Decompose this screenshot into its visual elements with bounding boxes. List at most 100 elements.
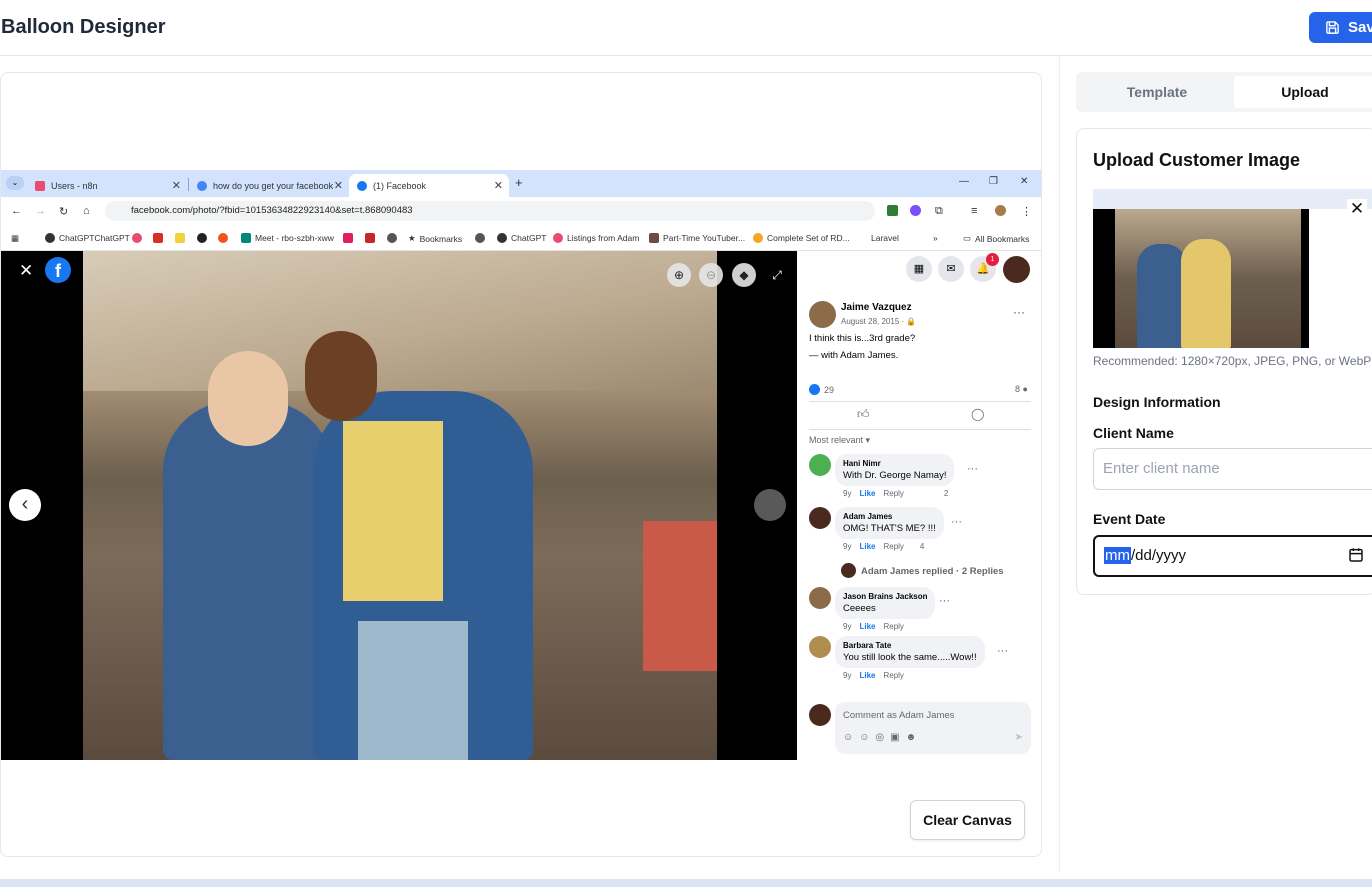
menu-icon[interactable]: ⋮ [1021,205,1032,218]
date-month-segment[interactable]: mm [1104,547,1131,564]
bookmark-item[interactable]: ★ Bookmarks [408,233,462,244]
author-avatar[interactable] [809,301,836,328]
comment-options-icon[interactable]: ··· [997,645,1008,657]
extension-icon[interactable] [910,205,921,216]
address-bar[interactable]: facebook.com/photo/?fbid=101536348229231… [105,201,875,221]
bookmark-item[interactable] [153,233,167,243]
close-icon[interactable]: ✕ [494,179,503,192]
like-link[interactable]: Like [859,622,875,631]
minimize-icon[interactable]: — [959,176,969,187]
tab-search-button[interactable]: ⌄ [6,176,24,190]
messenger-icon[interactable]: ✉ [938,256,964,282]
view-replies-link[interactable]: Adam James replied · 2 Replies [861,566,1004,577]
commenter-avatar[interactable] [809,587,831,609]
reply-link[interactable]: Reply [883,542,903,551]
zoom-in-icon[interactable]: ⊕ [667,263,691,287]
home-icon[interactable]: ⌂ [83,205,90,217]
window-close-icon[interactable]: ✕ [1020,176,1028,187]
clear-canvas-button[interactable]: Clear Canvas [910,800,1025,840]
profile-avatar[interactable] [995,205,1006,216]
comment-sort[interactable]: Most relevant ▾ [809,435,870,446]
chevron-right-icon[interactable]: » [933,233,938,243]
bookmark-item[interactable] [132,233,146,243]
apps-icon[interactable]: ▦ [11,233,19,244]
bookmark-item[interactable]: ChatGPTChatGPT [45,233,130,243]
commenter-avatar[interactable] [809,454,831,476]
like-link[interactable]: Like [859,671,875,680]
close-icon[interactable]: ✕ [334,179,343,192]
facebook-logo[interactable]: f [45,257,71,283]
forward-icon[interactable]: → [35,205,46,217]
tab-template[interactable]: Template [1080,76,1234,108]
menu-grid-icon[interactable]: ▦ [906,256,932,282]
bookmark-item[interactable]: Meet - rbo-szbh-xww [241,233,334,243]
comment-count[interactable]: 8 ● [1015,384,1028,394]
bookmark-item[interactable] [218,233,232,243]
fullscreen-icon[interactable]: ⤢ [765,263,789,287]
bookmark-item[interactable]: Laravel [871,233,899,243]
comment-input[interactable]: Comment as Adam James ☺☺◎▣☻ ➤ [835,702,1031,754]
bookmark-item[interactable] [387,233,401,243]
bookmark-item[interactable]: Complete Set of RD... [753,233,850,243]
comment-options-icon[interactable]: ··· [951,516,962,528]
like-link[interactable]: Like [859,542,875,551]
reply-link[interactable]: Reply [883,489,903,498]
reply-link[interactable]: Reply [883,671,903,680]
bookmark-item[interactable]: Listings from Adam [553,233,639,243]
save-button[interactable]: Save [1309,12,1372,43]
date-rest-segment[interactable]: /dd/yyyy [1131,547,1186,564]
reply-link[interactable]: Reply [883,622,903,631]
commenter-name[interactable]: Barbara Tate [843,641,977,650]
browser-tab-active[interactable]: (1) Facebook ✕ [349,174,509,197]
remove-image-icon[interactable]: ✕ [1347,199,1367,219]
restore-icon[interactable]: ❐ [989,176,998,187]
extension-icon[interactable] [887,205,898,216]
zoom-out-icon[interactable]: ⊖ [699,263,723,287]
account-avatar[interactable] [1003,256,1030,283]
post-author[interactable]: Jaime Vazquez [841,302,912,313]
composer-tools[interactable]: ☺☺◎▣☻ [843,732,922,743]
like-button-icon[interactable]: 👍︎ [857,407,870,422]
reaction-summary[interactable]: 29 [809,384,834,395]
more-options-icon[interactable]: ··· [1013,305,1025,319]
bookmark-item[interactable] [175,233,189,243]
puzzle-icon[interactable]: ⧉ [935,205,943,218]
client-name-input[interactable]: Enter client name [1093,448,1372,490]
comment-button-icon[interactable]: ◯ [971,407,984,421]
media-icon[interactable]: ≡ [971,205,977,217]
canvas-image[interactable]: ⌄ Users - n8n ✕ how do you get your face… [1,170,1041,760]
comment-options-icon[interactable]: ··· [967,463,978,475]
send-icon[interactable]: ➤ [1015,732,1023,743]
back-icon[interactable]: ← [11,205,22,217]
browser-tab[interactable]: Users - n8n ✕ [27,174,187,197]
previous-photo-button[interactable]: ‹ [9,489,41,521]
bookmark-item[interactable] [197,233,211,243]
commenter-avatar[interactable] [809,507,831,529]
like-link[interactable]: Like [859,489,875,498]
bookmark-item[interactable]: ▭ All Bookmarks [963,233,1029,244]
event-date-input[interactable]: mm/dd/yyyy [1093,535,1372,577]
post-date[interactable]: August 28, 2015 · 🔒 [841,317,916,326]
close-icon[interactable]: ✕ [172,179,181,192]
bookmark-item[interactable]: ChatGPT [497,233,546,243]
bookmark-item[interactable] [343,233,357,243]
bookmark-item[interactable]: Part-Time YouTuber... [649,233,745,243]
tab-upload[interactable]: Upload [1234,76,1372,108]
commenter-name[interactable]: Jason Brains Jackson [843,592,927,601]
reload-icon[interactable]: ↻ [59,205,68,218]
calendar-icon[interactable] [1348,547,1364,563]
new-tab-button[interactable]: + [515,175,523,190]
close-icon[interactable]: ✕ [19,261,33,281]
commenter-name[interactable]: Hani Nimr [843,459,946,468]
tag-icon[interactable]: ◆ [732,263,756,287]
bookmark-item[interactable] [475,233,489,243]
tagged-person[interactable]: Adam James [840,350,895,361]
bookmark-item[interactable] [365,233,379,243]
commenter-name[interactable]: Adam James [843,512,936,521]
bookmark-label: Listings from Adam [567,233,640,243]
browser-tab[interactable]: how do you get your facebook ✕ [189,174,349,197]
comment-options-icon[interactable]: ··· [939,595,950,607]
comment: Barbara Tate You still look the same.....… [835,636,985,680]
next-photo-button[interactable]: › [754,489,786,521]
commenter-avatar[interactable] [809,636,831,658]
